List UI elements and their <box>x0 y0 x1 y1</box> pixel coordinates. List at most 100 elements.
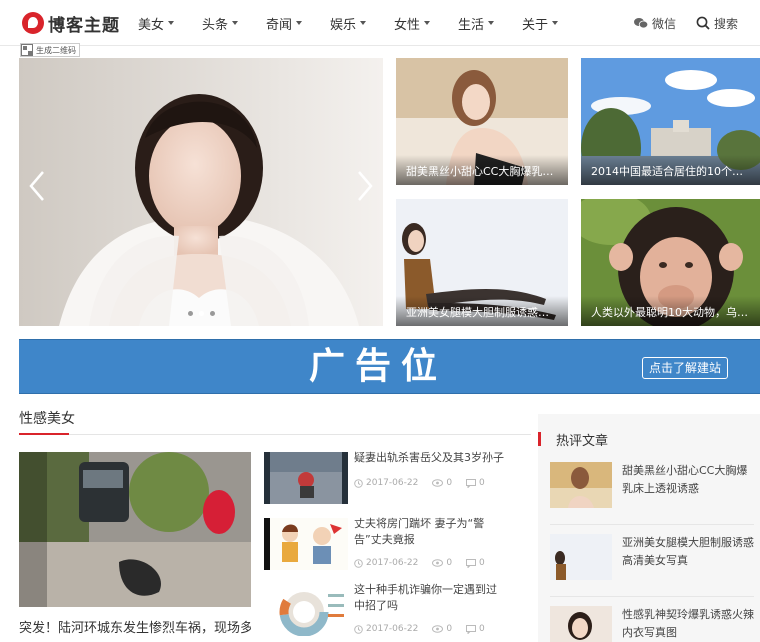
news-title: 这十种手机诈骗你一定遇到过 中招了吗 <box>354 583 497 612</box>
nav-label: 关于 <box>522 17 549 33</box>
slider-dot[interactable] <box>188 311 193 316</box>
grid-tile[interactable]: 2014中国最适合居住的10个城市排名 <box>581 58 760 185</box>
news-comments-count: 0 <box>479 624 485 634</box>
clock-icon <box>354 478 363 488</box>
qr-code-label: 生成二维码 <box>36 45 76 55</box>
search-link[interactable]: 搜索 <box>696 15 738 32</box>
news-views-count: 0 <box>446 478 453 488</box>
site-logo[interactable]: 博客主题 <box>22 10 120 36</box>
eye-icon <box>432 559 444 567</box>
news-meta: 2017-06-22 0 0 <box>354 624 499 634</box>
section-title[interactable]: 性感美女 <box>19 408 75 428</box>
grid-tile[interactable]: 亚洲美女腿模大胆制服诱惑高清美女写真 <box>396 199 568 326</box>
section-title-underline <box>19 433 69 435</box>
sidebar-title-marker <box>538 432 541 446</box>
news-item[interactable]: 疑妻出轨杀害岳父及其3岁孙子 2017-06-22 0 0 <box>264 451 504 508</box>
comment-icon <box>466 558 477 568</box>
section-divider <box>19 434 531 435</box>
news-comments-count: 0 <box>479 558 485 568</box>
chevron-down-icon <box>424 21 431 25</box>
feature-article[interactable]: 突发！陆河环城东发生惨烈车祸，现场多人受伤 <box>19 452 251 642</box>
news-views-count: 0 <box>446 624 453 634</box>
comment-icon <box>466 624 477 634</box>
news-date-text: 2017-06-22 <box>366 478 419 488</box>
clock-icon <box>354 624 363 634</box>
qr-code-button[interactable]: 生成二维码 <box>20 43 80 57</box>
chevron-down-icon <box>296 21 303 25</box>
nav-label: 娱乐 <box>330 17 357 33</box>
clock-icon <box>354 558 363 568</box>
header-actions: 微信 搜索 <box>633 0 760 46</box>
ad-cta-button[interactable]: 点击了解建站 <box>641 357 728 379</box>
slider-next-arrow-icon[interactable] <box>349 166 379 206</box>
nav-item-yule[interactable]: 娱乐 <box>330 0 394 46</box>
sidebar-thumbnail <box>550 462 612 508</box>
news-thumbnail <box>264 518 348 570</box>
wechat-label: 微信 <box>651 16 676 31</box>
chevron-down-icon <box>232 21 239 25</box>
slide-photo <box>19 58 383 326</box>
feature-image <box>19 452 251 607</box>
nav-label: 生活 <box>458 17 485 33</box>
site-header: 博客主题 美女 头条 奇闻 娱乐 女性 生活 关于 微信 搜索 <box>0 0 760 46</box>
sidebar-item[interactable]: 亚洲美女腿模大胆制服诱惑高清美女写真 <box>550 534 754 590</box>
slider-dots <box>185 311 218 316</box>
logo-icon <box>22 12 44 34</box>
nav-item-toutiao[interactable]: 头条 <box>202 0 266 46</box>
news-views: 0 <box>432 478 452 488</box>
sidebar-divider <box>550 596 754 597</box>
wechat-link[interactable]: 微信 <box>633 15 676 32</box>
nav-item-shenghuo[interactable]: 生活 <box>458 0 522 46</box>
news-item[interactable]: 丈夫将房门踹坏 妻子为“警告”丈夫竟报 2017-06-22 0 0 <box>264 517 504 574</box>
sidebar-item[interactable]: 甜美黑丝小甜心CC大胸爆乳床上透视诱惑 <box>550 462 754 518</box>
news-comments: 0 <box>466 558 485 568</box>
nav-item-guanyu[interactable]: 关于 <box>522 0 586 46</box>
nav-label: 头条 <box>202 17 229 33</box>
news-thumbnail <box>264 452 348 504</box>
sidebar-item-title: 亚洲美女腿模大胆制服诱惑高清美女写真 <box>622 536 754 567</box>
sidebar-thumbnail <box>550 534 612 580</box>
sidebar-item[interactable]: 性感乳神契玲爆乳诱惑火辣内衣写真图 <box>550 606 754 642</box>
logo-text: 博客主题 <box>48 15 120 36</box>
news-views-count: 0 <box>446 558 453 568</box>
sidebar-divider <box>550 524 754 525</box>
nav-item-qiwen[interactable]: 奇闻 <box>266 0 330 46</box>
eye-icon <box>432 479 444 487</box>
tile-caption: 人类以外最聪明10大动物，乌鸦排第几 <box>581 296 760 326</box>
grid-tile[interactable]: 人类以外最聪明10大动物，乌鸦排第几 <box>581 199 760 326</box>
tile-caption: 甜美黑丝小甜心CC大胸爆乳床上透视诱惑 <box>396 155 568 185</box>
ad-banner[interactable]: 广告位 点击了解建站 <box>19 339 760 394</box>
grid-tile[interactable]: 甜美黑丝小甜心CC大胸爆乳床上透视诱惑 <box>396 58 568 185</box>
tile-caption: 亚洲美女腿模大胆制服诱惑高清美女写真 <box>396 296 568 326</box>
news-date-text: 2017-06-22 <box>366 558 419 568</box>
chevron-down-icon <box>552 21 559 25</box>
sidebar-item-title: 甜美黑丝小甜心CC大胸爆乳床上透视诱惑 <box>622 464 748 495</box>
eye-icon <box>432 625 444 633</box>
news-item[interactable]: 这十种手机诈骗你一定遇到过 中招了吗 2017-06-22 0 0 <box>264 583 504 640</box>
sidebar-hot-articles: 热评文章 甜美黑丝小甜心CC大胸爆乳床上透视诱惑 亚洲美女腿模大胆制服诱惑高清美… <box>538 414 760 642</box>
nav-label: 美女 <box>138 17 165 33</box>
comment-icon <box>466 478 477 488</box>
sidebar-thumbnail <box>550 606 612 642</box>
news-date: 2017-06-22 <box>354 624 418 634</box>
slider-dot[interactable] <box>210 311 215 316</box>
search-label: 搜索 <box>713 16 738 31</box>
news-date: 2017-06-22 <box>354 478 418 488</box>
feature-title: 突发！陆河环城东发生惨烈车祸，现场多人受伤 <box>19 621 251 636</box>
chevron-down-icon <box>168 21 175 25</box>
wechat-icon <box>633 18 648 29</box>
news-title: 丈夫将房门踹坏 妻子为“警告”丈夫竟报 <box>354 517 485 546</box>
hero-slider[interactable] <box>19 58 383 326</box>
news-date: 2017-06-22 <box>354 558 418 568</box>
slider-dot-active[interactable] <box>199 311 204 316</box>
news-meta: 2017-06-22 0 0 <box>354 478 499 488</box>
search-icon <box>696 16 710 30</box>
news-views: 0 <box>432 624 452 634</box>
tile-caption: 2014中国最适合居住的10个城市排名 <box>581 155 760 185</box>
main-nav: 美女 头条 奇闻 娱乐 女性 生活 关于 <box>138 0 586 46</box>
slider-prev-arrow-icon[interactable] <box>23 166 53 206</box>
nav-item-meinv[interactable]: 美女 <box>138 0 202 46</box>
chevron-down-icon <box>360 21 367 25</box>
nav-label: 女性 <box>394 17 421 33</box>
nav-item-nvxing[interactable]: 女性 <box>394 0 458 46</box>
